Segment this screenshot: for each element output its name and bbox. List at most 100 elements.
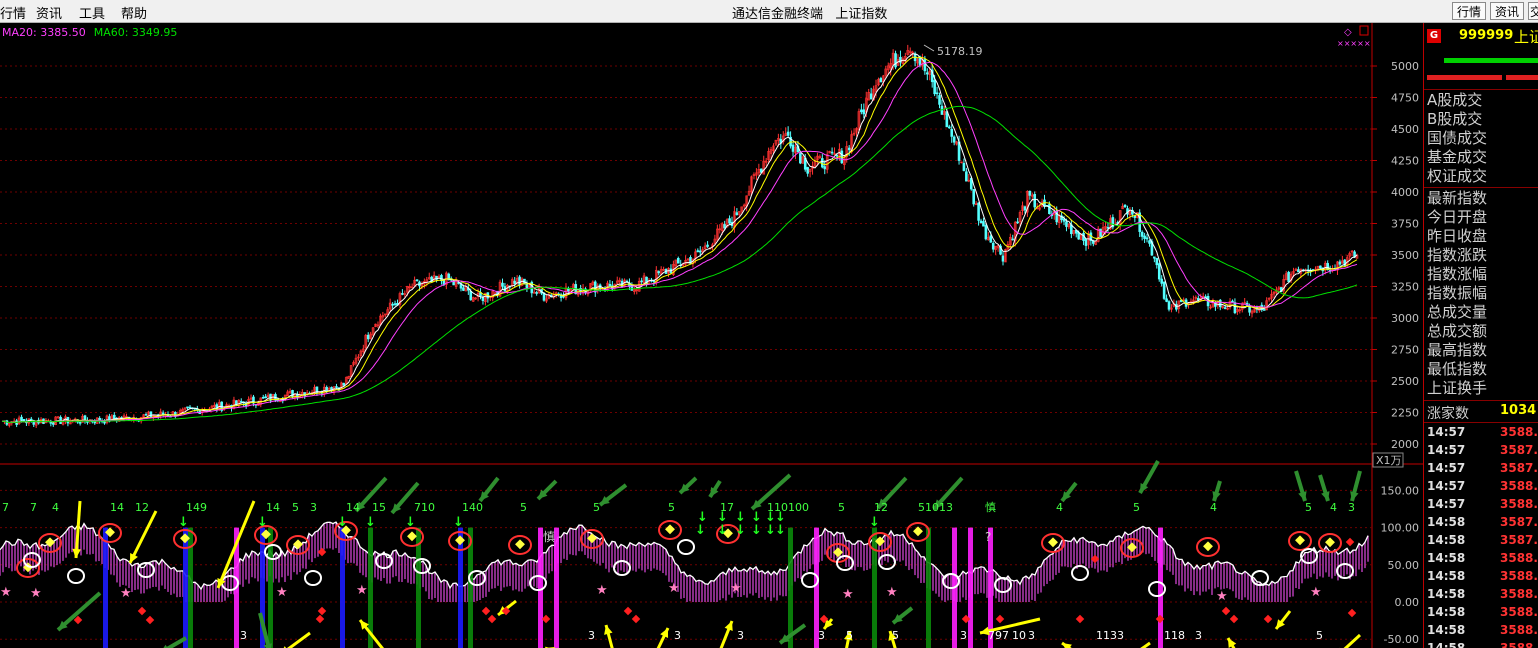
peak-label: 5178.19 — [937, 45, 983, 58]
signal-diamond — [665, 524, 675, 535]
candle-body — [20, 416, 23, 421]
candle-body — [518, 276, 521, 286]
candle-body — [847, 147, 851, 151]
down-arrow-icon: ↓ — [453, 515, 464, 530]
separator — [1424, 187, 1538, 188]
candle-body — [791, 144, 795, 152]
candle-body — [1157, 263, 1161, 280]
label-total-volume: 总成交量 — [1427, 303, 1488, 321]
signal-count-top: 5 — [668, 501, 675, 514]
signal-ellipse — [1071, 565, 1089, 581]
candle-body — [1084, 238, 1088, 246]
signal-count-bottom: 3 — [818, 629, 825, 642]
tick-time: 14:58 — [1427, 533, 1466, 547]
candle-body — [291, 390, 294, 398]
signal-count-bottom: 5 — [1316, 629, 1323, 642]
candle-body — [103, 421, 106, 424]
candle-body — [1262, 309, 1266, 311]
candle-body — [1033, 193, 1037, 208]
signal-diamond — [455, 535, 465, 546]
price-tick-label: 3250 — [1391, 281, 1419, 294]
star-icon: ★ — [842, 587, 854, 602]
button-news[interactable]: 资讯 — [1490, 2, 1525, 20]
signal-count-top: 14 — [110, 501, 124, 514]
signal-count-bottom: 5 — [846, 629, 853, 642]
candle-body — [952, 136, 956, 143]
label-open: 今日开盘 — [1427, 208, 1488, 226]
symbol-code: 999999 — [1459, 28, 1514, 43]
label-change-pct: 指数涨幅 — [1427, 265, 1488, 283]
signal-arrow — [1343, 633, 1362, 648]
button-market[interactable]: 行情 — [1452, 2, 1487, 20]
pattern-icon: ××××× — [1337, 39, 1371, 48]
tick-price: 3587.9 — [1500, 533, 1538, 547]
signal-count-top: 3 — [310, 501, 317, 514]
window-title: 通达信金融终端 上证指数 — [732, 3, 887, 22]
candle-body — [29, 418, 33, 421]
ma5-line — [1, 53, 1358, 424]
price-tick-label: 3750 — [1391, 218, 1419, 231]
candle-body — [640, 280, 643, 283]
candle-body — [1218, 299, 1222, 308]
candle-body — [786, 131, 790, 136]
signal-count-top: 12 — [135, 501, 149, 514]
button-trade[interactable]: 交 — [1528, 2, 1538, 20]
candle-body — [1001, 255, 1005, 262]
star-icon: ★ — [1216, 589, 1228, 604]
candle-body — [696, 250, 700, 253]
signal-bar — [183, 527, 188, 648]
price-tick-label: 4000 — [1391, 186, 1419, 199]
kline-chart[interactable]: MA20: 3385.50 MA60: 3349.95 5178.19 ◇ ×××… — [0, 23, 1423, 648]
signal-count-bottom: 3 — [240, 629, 247, 642]
tick-time: 14:58 — [1427, 605, 1466, 619]
tick-price: 3588.3 — [1500, 569, 1538, 583]
signal-count-top: 140 — [462, 501, 483, 514]
red-diamond — [1229, 614, 1239, 624]
label-fund-volume: 基金成交 — [1427, 148, 1488, 166]
candle-body — [869, 93, 873, 100]
menu-help[interactable]: 帮助 — [121, 3, 147, 22]
candle-body — [835, 154, 839, 157]
candle-body — [535, 292, 538, 294]
signal-bar — [103, 527, 108, 648]
red-diamond — [315, 614, 325, 624]
label-bond-volume: 国债成交 — [1427, 129, 1488, 147]
signal-arrow — [287, 631, 311, 648]
tick-time: 14:57 — [1427, 443, 1466, 457]
down-arrow-icon: ↓ — [775, 523, 786, 538]
moving-averages — [1, 53, 1358, 424]
separator — [1424, 422, 1538, 423]
signal-count-top: 7 — [30, 501, 37, 514]
menu-news[interactable]: 资讯 — [36, 3, 62, 22]
signal-count-bottom: 5 — [892, 629, 899, 642]
signal-bar — [926, 527, 931, 648]
candle-body — [926, 72, 929, 75]
star-icon: ★ — [0, 585, 12, 600]
candle-body — [1028, 190, 1032, 196]
tick-price: 3587.9 — [1500, 515, 1538, 529]
signal-bar — [968, 527, 973, 648]
signal-count-bottom: 3 — [588, 629, 595, 642]
signal-count-top: 4 — [52, 501, 59, 514]
maximize-icon[interactable] — [1359, 25, 1369, 36]
price-tick-label: 2250 — [1391, 407, 1419, 420]
star-icon: ★ — [276, 585, 288, 600]
menu-tools[interactable]: 工具 — [79, 3, 105, 22]
down-arrow-icon: ↓ — [178, 515, 189, 530]
tick-price: 3588.3 — [1500, 605, 1538, 619]
menu-market[interactable]: 行情 — [0, 3, 26, 22]
osc-tick-label: 150.00 — [1381, 484, 1420, 497]
signal-count-top: 4 — [1330, 501, 1337, 514]
signal-count-top: 5 — [838, 501, 845, 514]
diamond-icon[interactable]: ◇ — [1344, 27, 1352, 38]
signal-count-top: 710 — [414, 501, 435, 514]
osc-tick-label: -50.00 — [1384, 633, 1419, 646]
security-name: 上证指数 — [835, 7, 888, 22]
candle-body — [501, 282, 504, 287]
symbol-name: 上证指数 — [1514, 28, 1538, 46]
label-low: 最低指数 — [1427, 360, 1488, 378]
red-diamond — [1263, 614, 1273, 624]
candle-body — [144, 414, 148, 416]
tick-price: 3588.2 — [1500, 497, 1538, 511]
tick-time: 14:57 — [1427, 479, 1466, 493]
